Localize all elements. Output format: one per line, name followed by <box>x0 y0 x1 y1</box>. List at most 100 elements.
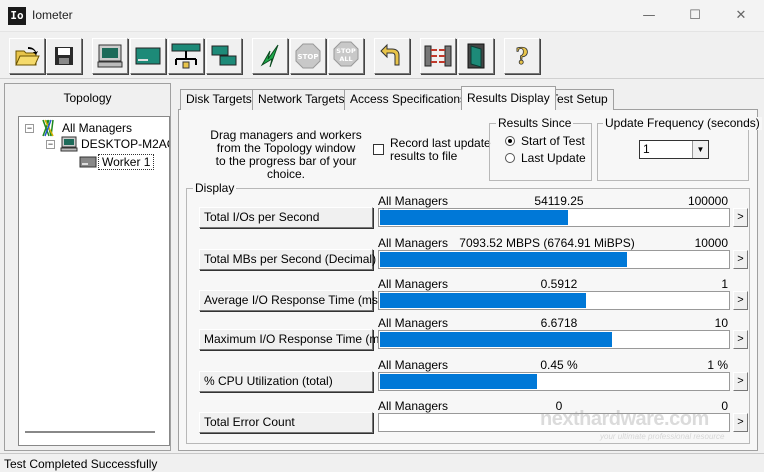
chevron-right-icon[interactable]: > <box>733 330 748 349</box>
tree-item-all-managers[interactable]: All Managers <box>62 120 132 136</box>
close-button[interactable]: ✕ <box>718 0 764 32</box>
collapse-all-managers-icon[interactable]: − <box>25 124 34 133</box>
metric-max: 10 <box>714 316 728 330</box>
chevron-right-icon[interactable]: > <box>733 372 748 391</box>
tree-item-manager[interactable]: DESKTOP-M2AO8 <box>81 136 169 152</box>
stop-test-button[interactable]: STOP <box>290 38 326 74</box>
tab-network-targets[interactable]: Network Targets <box>252 89 351 110</box>
save-button[interactable] <box>46 38 82 74</box>
update-frequency-title: Update Frequency (seconds) <box>603 116 762 130</box>
topology-panel: Topology − All Managers − DESKTOP-M2AO8 … <box>4 83 171 451</box>
tab-results-display[interactable]: Results Display <box>461 86 556 110</box>
help-button[interactable]: ? <box>504 38 540 74</box>
tree-item-worker[interactable]: Worker 1 <box>98 154 155 170</box>
metric-progress-fill <box>380 374 537 389</box>
display-title: Display <box>193 181 237 195</box>
metric-progress-fill <box>380 332 612 347</box>
new-network-worker-button[interactable] <box>168 38 204 74</box>
stop-all-button[interactable]: STOP ALL <box>328 38 364 74</box>
disconnect-button[interactable] <box>420 38 456 74</box>
new-manager-button[interactable] <box>92 38 128 74</box>
metric-progress-fill <box>380 293 586 308</box>
results-since-title: Results Since <box>496 116 574 130</box>
reset-workers-button[interactable] <box>374 38 410 74</box>
open-button[interactable] <box>9 38 45 74</box>
metric-progress-fill <box>380 210 568 225</box>
metric-value: 0.5912 <box>540 277 578 291</box>
collapse-manager-icon[interactable]: − <box>46 140 55 149</box>
chevron-right-icon[interactable]: > <box>733 291 748 310</box>
metric-max: 10000 <box>694 236 728 250</box>
metric-target: All Managers <box>378 277 449 291</box>
tab-disk-targets[interactable]: Disk Targets <box>180 89 258 110</box>
metric-target: All Managers <box>378 316 449 330</box>
exit-icon <box>467 43 485 69</box>
metric-button[interactable]: % CPU Utilization (total) <box>199 371 373 392</box>
stop-all-icon: STOPALL <box>333 41 359 67</box>
record-results-checkbox[interactable] <box>373 144 384 155</box>
worker-disk-icon <box>79 156 97 168</box>
minimize-button[interactable]: — <box>626 0 672 32</box>
new-disk-worker-button[interactable] <box>130 38 166 74</box>
manager-computer-icon <box>60 136 78 152</box>
disconnect-icon <box>424 45 452 67</box>
duplicate-worker-button[interactable] <box>206 38 242 74</box>
metric-button[interactable]: Maximum I/O Response Time (ms) <box>199 329 389 350</box>
exit-button[interactable] <box>458 38 494 74</box>
metric-button[interactable]: Total I/Os per Second <box>199 207 373 228</box>
metric-target: All Managers <box>378 236 449 250</box>
metric-progress-bar[interactable] <box>378 413 730 432</box>
window-title: Iometer <box>32 8 73 22</box>
metric-value: 54119.25 <box>534 194 584 208</box>
save-icon <box>55 47 73 65</box>
radio-last-update-label: Last Update <box>521 151 586 165</box>
tab-access-specifications[interactable]: Access Specifications <box>344 89 473 110</box>
chevron-right-icon[interactable]: > <box>733 250 748 269</box>
metric-progress-bar[interactable] <box>378 250 730 269</box>
new-manager-icon <box>97 44 123 68</box>
stop-icon-label: STOP <box>298 53 319 61</box>
chevron-right-icon[interactable]: > <box>733 413 748 432</box>
metric-target: All Managers <box>378 194 449 208</box>
reset-workers-icon <box>380 43 400 66</box>
record-results-label: Record last update results to file <box>390 136 491 163</box>
metric-value: 0 <box>555 399 563 413</box>
chevron-down-icon[interactable]: ▼ <box>692 141 708 158</box>
start-tests-button[interactable] <box>252 38 288 74</box>
metric-value: 6.6718 <box>540 316 578 330</box>
open-icon <box>15 47 40 66</box>
metric-target: All Managers <box>378 399 449 413</box>
svg-text:STOP: STOP <box>336 47 356 55</box>
metric-progress-bar[interactable] <box>378 291 730 310</box>
metric-button[interactable]: Average I/O Response Time (ms) <box>199 290 382 311</box>
status-text: Test Completed Successfully <box>4 457 158 471</box>
metric-progress-bar[interactable] <box>378 372 730 391</box>
topology-title: Topology <box>63 91 112 105</box>
metric-max: 100000 <box>687 194 728 208</box>
tree-horizontal-scrollbar[interactable] <box>25 431 155 433</box>
metric-progress-bar[interactable] <box>378 208 730 227</box>
help-icon: ? <box>515 44 529 70</box>
radio-start-of-test[interactable] <box>505 136 515 146</box>
update-frequency-select[interactable]: 1 ▼ <box>639 140 709 159</box>
metric-progress-fill <box>380 252 627 267</box>
maximize-button[interactable]: ☐ <box>672 0 718 32</box>
metric-progress-bar[interactable] <box>378 330 730 349</box>
metric-max: 1 % <box>707 358 728 372</box>
title-bar: Io Iometer — ☐ ✕ <box>0 0 764 32</box>
start-icon <box>260 44 279 68</box>
topology-tree[interactable]: − All Managers − DESKTOP-M2AO8 Worker 1 <box>18 116 170 446</box>
metric-max: 0 <box>721 399 728 413</box>
radio-last-update[interactable] <box>505 153 515 163</box>
metric-button[interactable]: Total Error Count <box>199 412 373 433</box>
drag-instructions: Drag managers and workers from the Topol… <box>210 128 362 181</box>
svg-text:ALL: ALL <box>339 55 352 63</box>
toolbar: STOP STOP ALL ? <box>0 33 764 79</box>
new-network-worker-icon <box>171 43 201 69</box>
metric-value: 0.45 % <box>540 358 578 372</box>
metric-button[interactable]: Total MBs per Second (Decimal) <box>199 249 376 270</box>
chevron-right-icon[interactable]: > <box>733 208 748 227</box>
stop-icon: STOP <box>295 43 321 69</box>
iometer-app-icon: Io <box>8 7 26 25</box>
radio-start-of-test-label: Start of Test <box>521 134 585 148</box>
